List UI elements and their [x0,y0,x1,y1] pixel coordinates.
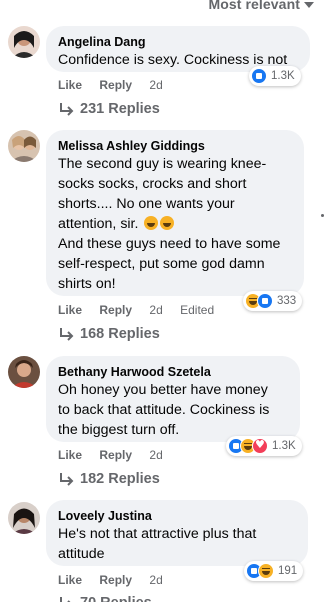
sort-label: Most relevant [208,0,300,12]
comment-bubble: Melissa Ashley Giddings The second guy i… [46,130,304,296]
reply-arrow-icon [60,473,74,486]
sort-dropdown[interactable]: Most relevant [208,0,314,12]
reaction-summary[interactable]: 1.3K [249,66,301,86]
avatar[interactable] [8,356,40,388]
comment-author[interactable]: Melissa Ashley Giddings [58,138,292,154]
reply-button[interactable]: Reply [99,573,132,587]
comment-bubble: Loveely Justina He's not that attractive… [46,500,308,566]
reply-button[interactable]: Reply [99,303,132,317]
like-reaction-icon [257,293,273,309]
replies-label: 70 Replies [80,593,152,602]
view-replies-link[interactable]: 182 Replies [58,469,160,489]
like-button[interactable]: Like [58,448,82,462]
reaction-count: 1.3K [271,70,295,82]
like-button[interactable]: Like [58,78,82,92]
comment-author[interactable]: Angelina Dang [58,34,298,50]
comment-actions: Like Reply 2d [58,572,177,588]
reaction-summary[interactable]: 191 [244,561,304,581]
replies-label: 231 Replies [80,101,160,117]
reply-button[interactable]: Reply [99,78,132,92]
comments-header: Most relevant [0,0,324,14]
comment-actions: Like Reply 2d [58,447,177,463]
reply-button[interactable]: Reply [99,448,132,462]
haha-reaction-icon [258,563,274,579]
replies-label: 168 Replies [80,326,160,342]
reaction-summary[interactable]: 1.3K [226,436,302,456]
reaction-count: 1.3K [272,440,296,452]
like-button[interactable]: Like [58,303,82,317]
comment-timestamp[interactable]: 2d [149,573,162,587]
comment-text: Oh honey you better have money to back t… [58,382,270,438]
comment-timestamp[interactable]: 2d [149,78,162,92]
comment-timestamp[interactable]: 2d [149,448,162,462]
reply-arrow-icon [60,103,74,116]
replies-label: 182 Replies [80,471,160,487]
comment-author[interactable]: Bethany Harwood Szetela [58,364,288,380]
comment-bubble: Bethany Harwood Szetela Oh honey you bet… [46,356,300,442]
comment-actions: Like Reply 2d Edited [58,302,228,318]
like-reaction-icon [251,68,267,84]
reaction-count: 191 [278,565,298,577]
view-replies-link[interactable]: 231 Replies [58,99,160,119]
comment-timestamp[interactable]: 2d [149,303,162,317]
avatar[interactable] [8,502,40,534]
avatar[interactable] [8,130,40,162]
reply-arrow-icon [60,328,74,341]
comment-text: He's not that attractive plus that attit… [58,526,257,562]
comment-text-block: The second guy is wearing knee- socks so… [58,154,292,234]
comment-text-continued: And these guys need to have some self-re… [58,236,281,292]
view-replies-link[interactable]: 70 Replies [58,593,152,602]
edited-label: Edited [180,303,215,317]
comment-actions: Like Reply 2d [58,77,177,93]
view-replies-link[interactable]: 168 Replies [58,324,160,344]
like-button[interactable]: Like [58,573,82,587]
love-reaction-icon [252,438,268,454]
reaction-summary[interactable]: 333 [243,291,303,311]
reaction-count: 333 [277,295,297,307]
avatar[interactable] [8,26,40,58]
grin-emoji-icon [160,216,175,230]
reply-arrow-icon [60,597,71,602]
comment-author[interactable]: Loveely Justina [58,508,296,524]
chevron-down-icon [304,2,314,9]
rofl-emoji-icon [144,216,159,230]
